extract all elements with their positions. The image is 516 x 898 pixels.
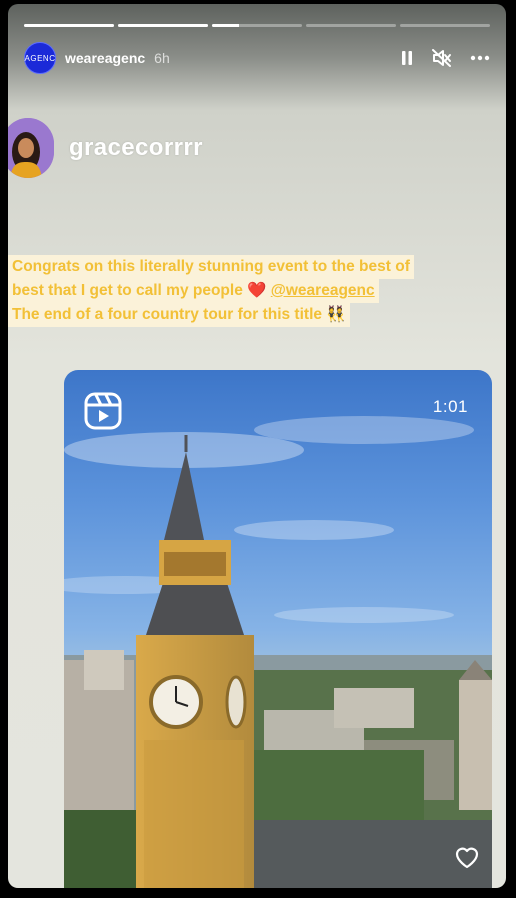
reel-duration: 1:01: [432, 397, 468, 416]
reels-icon: [84, 392, 122, 435]
progress-segment: [24, 24, 114, 27]
post-author-avatar[interactable]: [8, 118, 54, 178]
shared-post-header: gracecorrrr: [8, 118, 506, 180]
caption-text: best that I get to call my people: [12, 282, 243, 299]
reel-preview[interactable]: 1:01: [64, 370, 492, 888]
account-username[interactable]: weareagenc: [65, 50, 145, 66]
progress-segment: [400, 24, 490, 27]
pause-icon[interactable]: [400, 50, 414, 66]
dancers-emoji: 👯: [326, 306, 346, 323]
caption-line: The end of a four country tour for this …: [8, 303, 350, 327]
story-progress: [24, 24, 490, 27]
progress-segment: [212, 24, 302, 27]
progress-segment: [306, 24, 396, 27]
reel-thumbnail: [64, 416, 492, 888]
story-frame[interactable]: AGENC weareagenc 6h gracecorrrr Congrats…: [8, 4, 506, 888]
progress-segment: [118, 24, 208, 27]
account-avatar[interactable]: AGENC: [24, 42, 56, 74]
more-icon[interactable]: [470, 55, 490, 61]
heart-emoji: ❤️: [247, 282, 267, 299]
mention-link[interactable]: @weareagenc: [271, 282, 375, 299]
caption-line: Congrats on this literally stunning even…: [8, 255, 414, 279]
story-time: 6h: [154, 50, 170, 66]
mute-icon[interactable]: [432, 49, 452, 67]
story-header: AGENC weareagenc 6h: [24, 38, 490, 78]
caption-text: The end of a four country tour for this …: [12, 306, 322, 323]
post-caption: Congrats on this literally stunning even…: [8, 255, 506, 327]
post-author-username[interactable]: gracecorrrr: [69, 134, 203, 162]
caption-line: best that I get to call my people ❤️ @we…: [8, 279, 379, 303]
heart-icon[interactable]: [454, 845, 480, 874]
